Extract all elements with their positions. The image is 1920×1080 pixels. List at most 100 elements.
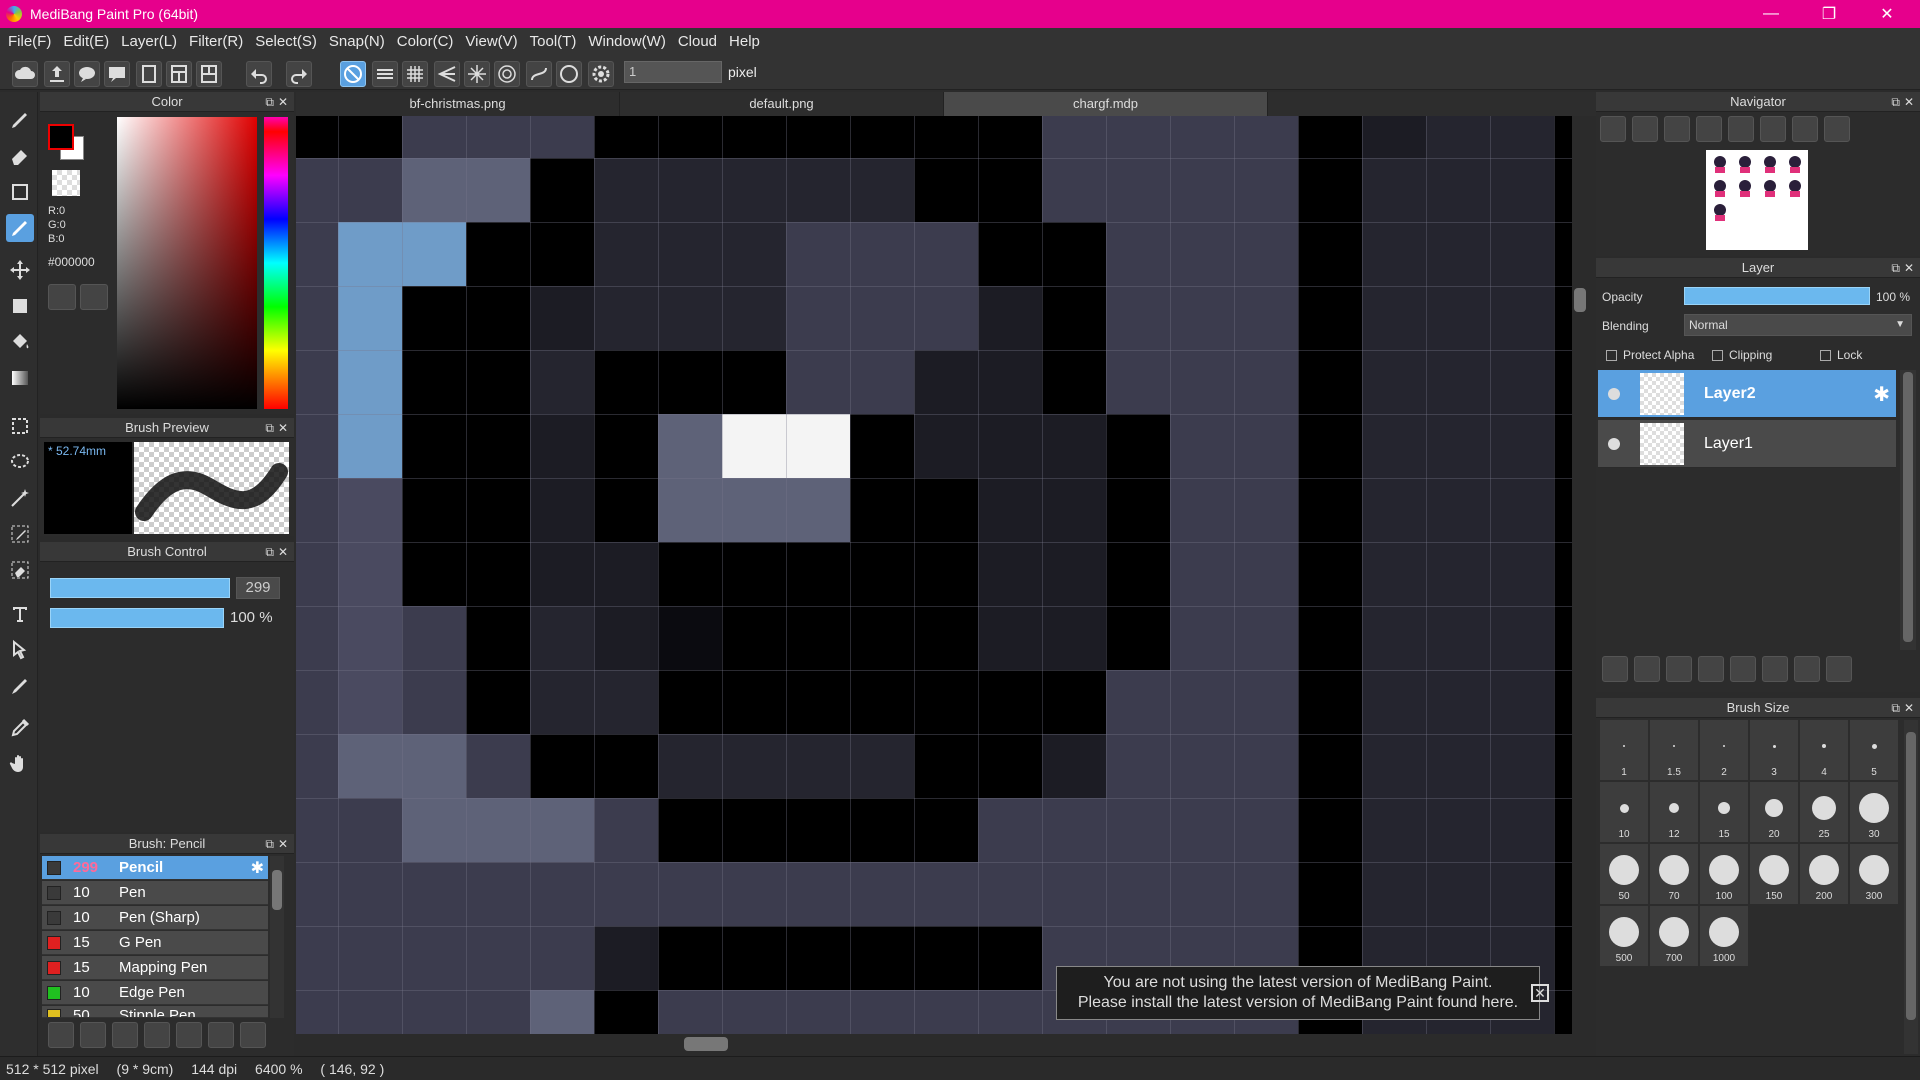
layer-row-layer1[interactable]: Layer1 xyxy=(1598,420,1896,468)
snap-off-icon[interactable] xyxy=(340,61,366,87)
circle-snap-icon[interactable] xyxy=(556,61,582,87)
upload-icon[interactable] xyxy=(44,61,70,87)
brush-size-option[interactable]: 200 xyxy=(1800,844,1848,904)
brush-size-option[interactable]: 30 xyxy=(1850,782,1898,842)
select-pen-tool-icon[interactable] xyxy=(6,520,34,548)
new-brush-icon[interactable] xyxy=(80,1022,106,1048)
brush-settings-gear-icon[interactable]: ✱ xyxy=(251,858,264,878)
eraser-tool-icon[interactable] xyxy=(6,142,34,170)
brush-size-option[interactable]: 25 xyxy=(1800,782,1848,842)
new-layer-icon[interactable] xyxy=(1602,656,1628,682)
zoom-out-icon[interactable] xyxy=(1696,116,1722,142)
bucket-tool-icon[interactable] xyxy=(6,328,34,356)
brush-size-option[interactable]: 4 xyxy=(1800,720,1848,780)
minimize-button[interactable]: — xyxy=(1742,0,1800,28)
brush-opacity-slider[interactable] xyxy=(50,608,224,628)
popout-icon[interactable]: ⧉ xyxy=(265,834,274,854)
brush-item-pen[interactable]: 10 Pen xyxy=(42,881,268,905)
canvas-vertical-scrollbar[interactable] xyxy=(1572,116,1586,1034)
import-layer-icon[interactable] xyxy=(1666,656,1692,682)
curve-snap-icon[interactable] xyxy=(526,61,552,87)
cloud-icon[interactable] xyxy=(12,61,38,87)
delete-brush-icon[interactable] xyxy=(240,1022,266,1048)
menu-edit[interactable]: Edit(E) xyxy=(57,28,115,56)
brush-size-option[interactable]: 5 xyxy=(1850,720,1898,780)
layer-opacity-slider[interactable] xyxy=(1684,287,1870,305)
close-button[interactable]: ✕ xyxy=(1858,0,1916,28)
text-tool-icon[interactable] xyxy=(6,600,34,628)
brush-size-option[interactable]: 150 xyxy=(1750,844,1798,904)
page-icon[interactable] xyxy=(136,61,162,87)
saturation-value-picker[interactable] xyxy=(117,117,257,409)
brush-size-option[interactable]: 20 xyxy=(1750,782,1798,842)
menu-cloud[interactable]: Cloud xyxy=(672,28,723,56)
brush-item-pencil[interactable]: 299 Pencil ✱ xyxy=(42,856,268,880)
add-layer-menu-icon[interactable] xyxy=(1698,656,1724,682)
eyedropper-tool-icon[interactable] xyxy=(6,714,34,742)
select-eraser-tool-icon[interactable] xyxy=(6,556,34,584)
comment-icon[interactable] xyxy=(104,61,130,87)
close-icon[interactable]: ✕ xyxy=(1904,698,1914,718)
color-palette-edit-icon[interactable] xyxy=(80,284,108,310)
duplicate-brush-icon[interactable] xyxy=(208,1022,234,1048)
clipping-checkbox[interactable]: Clipping xyxy=(1712,348,1772,362)
brush-size-option[interactable]: 1 xyxy=(1600,720,1648,780)
tab-chargf[interactable]: chargf.mdp xyxy=(944,92,1268,116)
brush-size-option[interactable]: 15 xyxy=(1700,782,1748,842)
layer-settings-gear-icon[interactable]: ✱ xyxy=(1873,382,1890,407)
popout-icon[interactable]: ⧉ xyxy=(1891,92,1900,112)
popout-icon[interactable]: ⧉ xyxy=(265,542,274,562)
duplicate-layer-icon[interactable] xyxy=(1762,656,1788,682)
brush-size-slider[interactable] xyxy=(50,578,230,598)
menu-layer[interactable]: Layer(L) xyxy=(115,28,183,56)
brush-size-value[interactable]: 299 xyxy=(236,577,280,599)
menu-color[interactable]: Color(C) xyxy=(391,28,460,56)
parallel-snap-icon[interactable] xyxy=(372,61,398,87)
popout-icon[interactable]: ⧉ xyxy=(265,92,274,112)
brush-size-option[interactable]: 1.5 xyxy=(1650,720,1698,780)
dot-pen-tool-icon[interactable] xyxy=(6,214,34,242)
snap-settings-gear-icon[interactable] xyxy=(588,61,614,87)
folder-icon[interactable] xyxy=(176,1022,202,1048)
layer-row-layer2[interactable]: Layer2 ✱ xyxy=(1598,370,1896,418)
vanishing-point-icon[interactable] xyxy=(434,61,460,87)
canvas-vscroll-thumb[interactable] xyxy=(1574,288,1586,312)
select-tool-icon[interactable] xyxy=(6,412,34,440)
shape-tool-icon[interactable] xyxy=(6,178,34,206)
panel-layout-icon[interactable] xyxy=(196,61,222,87)
canvas-horizontal-scrollbar[interactable] xyxy=(296,1034,1586,1052)
fill-rect-tool-icon[interactable] xyxy=(6,292,34,320)
tab-bf-christmas[interactable]: bf-christmas.png xyxy=(296,92,620,116)
layout-icon[interactable] xyxy=(166,61,192,87)
popout-icon[interactable]: ⧉ xyxy=(1891,698,1900,718)
hand-tool-icon[interactable] xyxy=(6,750,34,778)
magic-wand-tool-icon[interactable] xyxy=(6,484,34,512)
rotate-left-icon[interactable] xyxy=(1728,116,1754,142)
brush-size-option[interactable]: 3 xyxy=(1750,720,1798,780)
brush-size-option[interactable]: 1000 xyxy=(1700,906,1748,966)
brush-size-option[interactable]: 10 xyxy=(1600,782,1648,842)
menu-select[interactable]: Select(S) xyxy=(249,28,323,56)
hue-slider[interactable] xyxy=(264,117,288,409)
lasso-tool-icon[interactable] xyxy=(6,448,34,476)
add-brush-icon[interactable] xyxy=(112,1022,138,1048)
concentric-snap-icon[interactable] xyxy=(494,61,520,87)
protect-alpha-checkbox[interactable]: Protect Alpha xyxy=(1606,348,1694,362)
brush-settings-icon[interactable] xyxy=(144,1022,170,1048)
close-icon[interactable]: ✕ xyxy=(278,418,288,438)
popout-icon[interactable]: ⧉ xyxy=(265,418,274,438)
navigator-thumbnail[interactable] xyxy=(1706,150,1808,250)
operation-tool-icon[interactable] xyxy=(6,636,34,664)
menu-view[interactable]: View(V) xyxy=(459,28,523,56)
undo-icon[interactable] xyxy=(246,61,272,87)
move-tool-icon[interactable] xyxy=(6,256,34,284)
grid-snap-icon[interactable] xyxy=(402,61,428,87)
layer-list-scrollbar[interactable] xyxy=(1900,370,1916,650)
tab-default[interactable]: default.png xyxy=(620,92,944,116)
menu-filter[interactable]: Filter(R) xyxy=(183,28,249,56)
brush-item-edge-pen[interactable]: 10 Edge Pen xyxy=(42,981,268,1005)
speech-bubble-icon[interactable] xyxy=(74,61,100,87)
update-notification[interactable]: You are not using the latest version of … xyxy=(1056,966,1540,1020)
layer-folder-icon[interactable] xyxy=(1730,656,1756,682)
new-color-layer-icon[interactable] xyxy=(1634,656,1660,682)
